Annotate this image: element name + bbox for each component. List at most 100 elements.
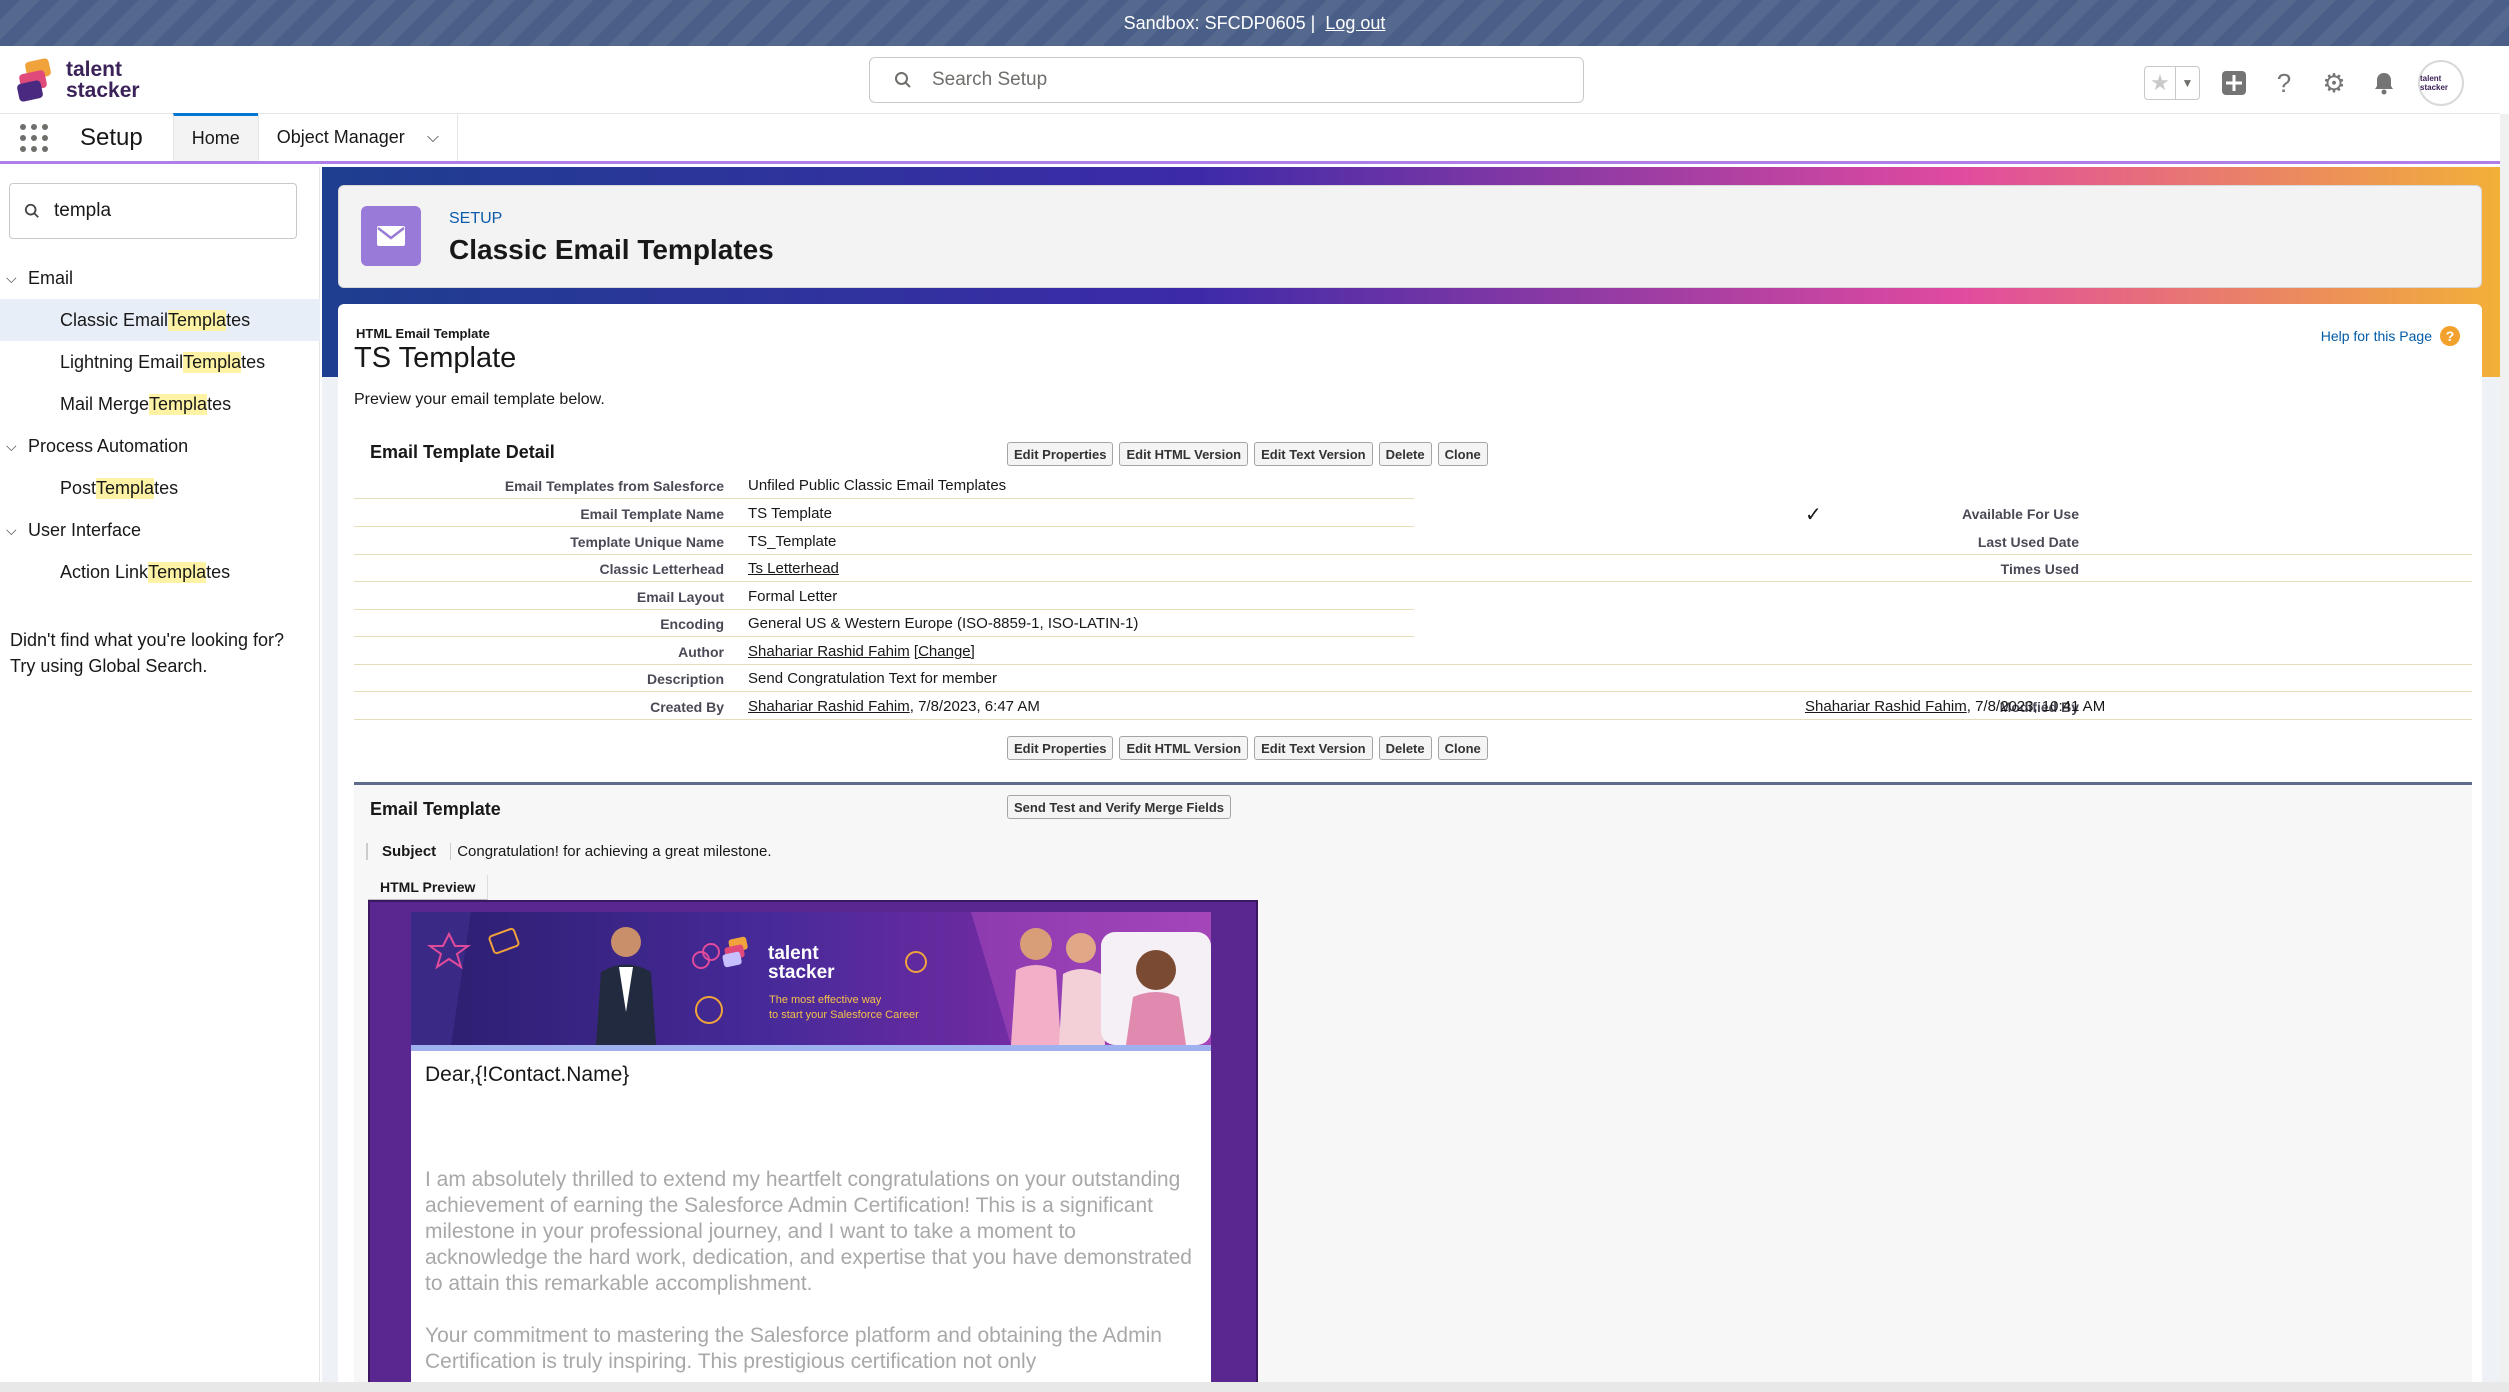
edit-text-version-button[interactable]: Edit Text Version xyxy=(1254,442,1373,466)
help-icon[interactable]: ? xyxy=(2268,67,2300,99)
tree-item-text: Action Link xyxy=(60,561,149,582)
field-value: TS Template xyxy=(748,505,832,522)
tree-group-process-automation[interactable]: ⌵ Process Automation xyxy=(0,425,320,467)
field-row-encoding: Encoding General US & Western Europe (IS… xyxy=(354,610,2472,637)
field-label: Email Template Name xyxy=(580,506,724,522)
detail-bottom-buttons: Edit Properties Edit HTML Version Edit T… xyxy=(1007,736,1488,760)
search-icon xyxy=(24,203,39,218)
tree-item-text: Lightning Email xyxy=(60,351,184,372)
gear-icon[interactable]: ⚙ xyxy=(2318,67,2350,99)
edit-properties-button[interactable]: Edit Properties xyxy=(1007,442,1114,466)
tree-item-text: Classic Email xyxy=(60,309,169,330)
star-icon[interactable]: ★ xyxy=(2145,67,2175,99)
context-nav: Setup Home Object Manager ⌵ xyxy=(0,113,2500,164)
edit-properties-button[interactable]: Edit Properties xyxy=(1007,736,1114,760)
chevron-down-icon[interactable]: ⌵ xyxy=(6,438,28,455)
banner-tagline-line1: The most effective way xyxy=(769,994,882,1006)
html-preview-tab[interactable]: HTML Preview xyxy=(368,875,489,901)
help-link-label: Help for this Page xyxy=(2320,328,2432,344)
edit-html-version-button[interactable]: Edit HTML Version xyxy=(1119,442,1249,466)
logout-link[interactable]: Log out xyxy=(1325,13,1385,34)
field-value: Unfiled Public Classic Email Templates xyxy=(748,477,1007,494)
field-label: Available For Use xyxy=(1962,506,2079,522)
tree-item-mail-merge-templates[interactable]: Mail Merge Templa tes xyxy=(0,383,320,425)
banner-tagline-line2: to start your Salesforce Career xyxy=(769,1009,919,1021)
subject-label: Subject xyxy=(366,842,450,860)
letterhead-link[interactable]: Ts Letterhead xyxy=(748,560,839,577)
delete-button[interactable]: Delete xyxy=(1378,442,1432,466)
global-search-input[interactable]: Search Setup xyxy=(869,57,1584,103)
help-link[interactable]: Help for this Page ? xyxy=(2321,326,2460,346)
change-owner-link[interactable]: [Change] xyxy=(914,643,975,660)
tree-group-user-interface[interactable]: ⌵ User Interface xyxy=(0,509,320,551)
template-type: HTML Email Template xyxy=(356,326,490,341)
send-test-button[interactable]: Send Test and Verify Merge Fields xyxy=(1007,795,1231,819)
favorites-dropdown-icon[interactable]: ▼ xyxy=(2175,67,2199,99)
talent-stacker-logo[interactable]: talent stacker xyxy=(16,56,156,106)
app-launcher-icon[interactable] xyxy=(0,114,68,161)
delete-button[interactable]: Delete xyxy=(1378,736,1432,760)
template-description: Preview your email template below. xyxy=(354,391,605,408)
no-result-hint: Didn't find what you're looking for? Try… xyxy=(10,627,310,679)
tree-item-lightning-email-templates[interactable]: Lightning Email Templa tes xyxy=(0,341,320,383)
author-link[interactable]: Shahariar Rashid Fahim xyxy=(748,643,910,660)
tab-object-manager[interactable]: Object Manager ⌵ xyxy=(257,114,458,161)
banner-brand-line1: talent xyxy=(768,943,819,964)
tab-home-label: Home xyxy=(191,128,240,148)
modified-by-link[interactable]: Shahariar Rashid Fahim xyxy=(1805,698,1967,715)
favorites-button[interactable]: ★ ▼ xyxy=(2144,66,2200,100)
field-row-unique-name: Template Unique Name TS_Template Last Us… xyxy=(354,528,2472,555)
field-label: Author xyxy=(678,644,724,660)
field-row-letterhead: Classic Letterhead Ts Letterhead Times U… xyxy=(354,555,2472,582)
tree-group-email[interactable]: ⌵ Email xyxy=(0,257,320,299)
tree-item-text: Mail Merge xyxy=(60,393,150,414)
tab-object-manager-label: Object Manager xyxy=(276,127,405,147)
field-row-author: Author Shahariar Rashid Fahim [Change] xyxy=(354,638,2472,665)
tab-home[interactable]: Home xyxy=(172,113,258,161)
detail-section-title: Email Template Detail xyxy=(370,442,555,462)
field-label: Encoding xyxy=(660,616,724,632)
clone-button[interactable]: Clone xyxy=(1437,736,1488,760)
tree-item-text: tes xyxy=(206,561,231,582)
checkmark-icon: ✓ xyxy=(1805,504,1822,526)
window-bottom-edge xyxy=(0,1382,2509,1392)
email-banner-image: talent stacker The most effective way to… xyxy=(411,912,1211,1045)
email-template-section: Email Template Send Test and Verify Merg… xyxy=(354,782,2472,1382)
edit-html-version-button[interactable]: Edit HTML Version xyxy=(1119,736,1249,760)
clone-button[interactable]: Clone xyxy=(1437,442,1488,466)
email-template-title: Email Template xyxy=(370,799,501,819)
tree-item-text: tes xyxy=(241,351,266,372)
quick-find-input[interactable]: templa xyxy=(9,183,297,239)
page-scrollbar[interactable] xyxy=(2500,114,2509,1384)
email-icon xyxy=(361,206,421,266)
chevron-down-icon[interactable]: ⌵ xyxy=(6,522,28,539)
chevron-down-icon[interactable]: ⌵ xyxy=(6,270,28,287)
field-value: Formal Letter xyxy=(748,588,838,605)
template-title: TS Template xyxy=(354,342,517,374)
chevron-down-icon[interactable]: ⌵ xyxy=(427,129,439,147)
edit-text-version-button[interactable]: Edit Text Version xyxy=(1254,736,1373,760)
sandbox-label: Sandbox: SFCDP0605 | xyxy=(1123,12,1316,33)
tree-group-label: User Interface xyxy=(28,519,142,540)
subject-value: Congratulation! for achieving a great mi… xyxy=(450,842,772,860)
logo-mark-icon xyxy=(17,58,51,102)
field-value: TS_Template xyxy=(748,533,837,550)
user-avatar[interactable]: talent stacker xyxy=(2418,60,2464,106)
tree-item-classic-email-templates[interactable]: Classic Email Templa tes xyxy=(0,299,320,341)
search-highlight: Templa xyxy=(148,561,207,583)
tree-item-action-link-templates[interactable]: Action Link Templa tes xyxy=(0,551,320,593)
banner-brand-line2: stacker xyxy=(768,962,835,983)
created-by-link[interactable]: Shahariar Rashid Fahim xyxy=(748,698,910,715)
notification-bell-icon[interactable] xyxy=(2368,67,2400,99)
global-actions-icon[interactable] xyxy=(2218,67,2250,99)
subject-row: Subject Congratulation! for achieving a … xyxy=(366,838,772,864)
created-date: , 7/8/2023, 6:47 AM xyxy=(909,698,1040,715)
setup-tree: ⌵ Email Classic Email Templa tes Lightning… xyxy=(0,257,320,593)
field-label: Email Templates from Salesforce xyxy=(504,478,724,494)
tree-item-post-templates[interactable]: Post Templa tes xyxy=(0,467,320,509)
field-value: General US & Western Europe (ISO-8859-1,… xyxy=(748,615,1139,632)
sandbox-banner: Sandbox: SFCDP0605 | Log out xyxy=(0,0,2509,46)
field-value: Shahariar Rashid Fahim, 7/8/2023, 10:41 … xyxy=(1805,698,2105,715)
help-icon[interactable]: ? xyxy=(2440,326,2460,346)
tree-item-text: tes xyxy=(154,477,179,498)
